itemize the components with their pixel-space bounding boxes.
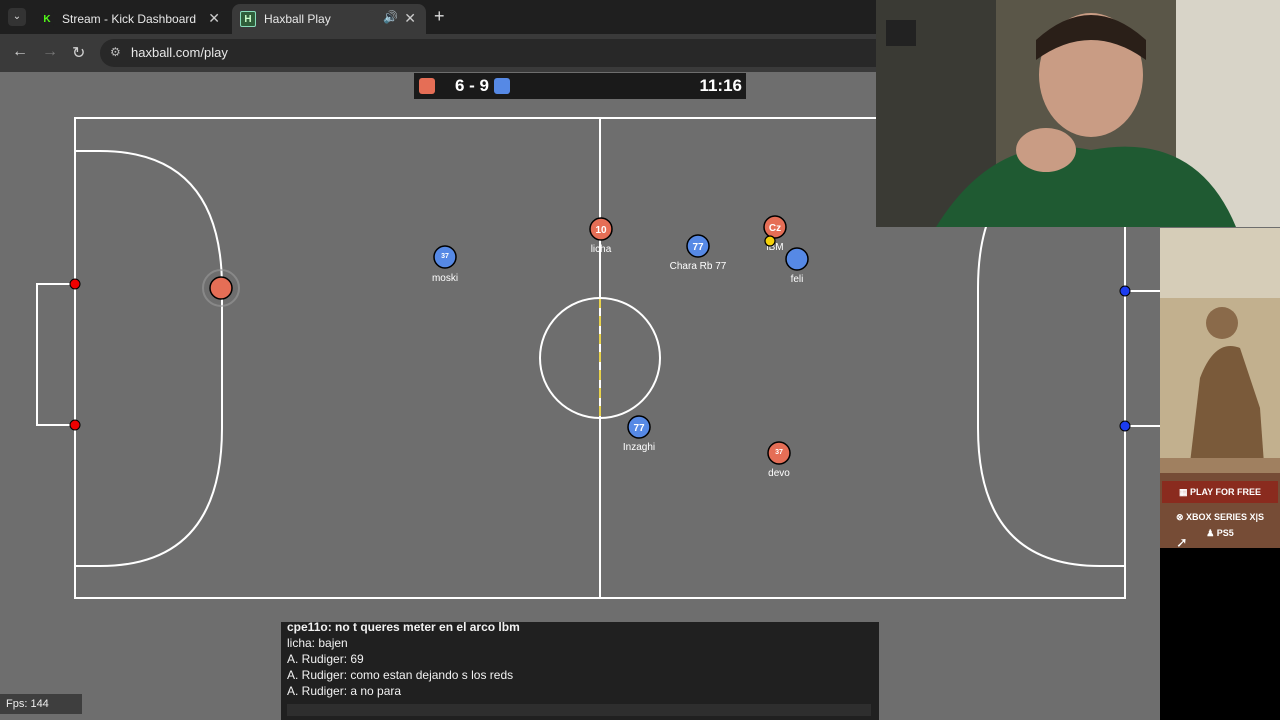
close-tab-icon[interactable]: ✕ [208, 10, 220, 27]
player-disc-goalkeeper [209, 276, 233, 300]
player-name-label: devo [768, 468, 790, 479]
player-number: Cz [769, 223, 781, 234]
close-tab-icon[interactable]: ✕ [404, 10, 416, 27]
speaker-icon[interactable]: 🔊 [383, 10, 398, 24]
red-team-indicator [419, 78, 435, 94]
tab-search-button[interactable]: ⌄ [8, 8, 26, 26]
ball [764, 235, 776, 247]
tab-haxball-play[interactable]: H Haxball Play 🔊 ✕ [232, 4, 426, 34]
player-number: 77 [692, 242, 704, 253]
chat-line: licha: bajen [287, 636, 348, 650]
url-text: haxball.com/play [131, 45, 228, 60]
player-number: 10 [595, 225, 607, 236]
site-info-icon[interactable]: ⚙ [110, 45, 121, 59]
right-goal-post-top [1119, 285, 1131, 297]
xbox-label: ⊗ XBOX SERIES X|S [1175, 512, 1265, 522]
forward-arrow-icon[interactable]: → [42, 43, 58, 61]
right-goal-post-bottom [1119, 420, 1131, 432]
webcam-overlay [876, 0, 1280, 227]
chat-input[interactable] [287, 704, 871, 716]
player-name-label: licha [591, 244, 612, 255]
player-number: 37 [775, 449, 783, 456]
haxball-icon: H [240, 11, 256, 27]
chat-line: cpe11o: no t queres meter en el arco lbm [287, 622, 520, 634]
player-name-label: Inzaghi [623, 442, 655, 453]
score-text: 6 - 9 [454, 76, 490, 95]
tab-title: Haxball Play [264, 12, 331, 26]
new-tab-button[interactable]: + [434, 6, 445, 27]
reload-icon[interactable]: ↻ [72, 43, 85, 63]
play-for-free-button[interactable]: ▦ PLAY FOR FREE [1162, 481, 1278, 503]
kick-k-icon: K [40, 12, 54, 26]
player-name-label: moski [432, 273, 458, 284]
mouse-cursor-icon: ➚ [1176, 534, 1188, 550]
chat-line: A. Rudiger: 69 [287, 652, 364, 666]
left-goal-post-bottom [69, 419, 81, 431]
url-field[interactable]: ⚙ haxball.com/play [100, 39, 1000, 67]
player-name-label: Chara Rb 77 [670, 261, 727, 272]
match-timer: 11:16 [699, 76, 742, 95]
webcam-image [876, 0, 1280, 227]
player-disc-feli [785, 247, 809, 271]
chat-line: A. Rudiger: a no para [287, 684, 402, 698]
ad-sidebar-background: ➚ [1160, 534, 1280, 720]
ad-banner[interactable]: ▦ PLAY FOR FREE ⊗ XBOX SERIES X|S ♟ PS5 [1160, 228, 1280, 548]
blue-team-indicator [494, 78, 510, 94]
chat-line: A. Rudiger: como estan dejando s los red… [287, 668, 514, 682]
back-arrow-icon[interactable]: ← [12, 43, 28, 61]
fps-counter: Fps: 144 [0, 694, 82, 714]
playstation-icon: ♟ [1206, 528, 1217, 538]
tab-kick-dashboard[interactable]: K Stream - Kick Dashboard ✕ [32, 4, 230, 34]
player-number: 77 [633, 423, 645, 434]
chat-panel: cpe11o: no t queres meter en el arco lbm… [281, 622, 879, 720]
left-goal-post-top [69, 278, 81, 290]
player-name-label: feli [791, 274, 804, 285]
player-number: 37 [441, 253, 449, 260]
xbox-icon: ⊗ [1175, 512, 1186, 522]
windows-icon: ▦ [1178, 487, 1190, 497]
scoreboard: 6 - 9 11:16 [414, 73, 746, 99]
tab-title: Stream - Kick Dashboard [62, 12, 197, 26]
